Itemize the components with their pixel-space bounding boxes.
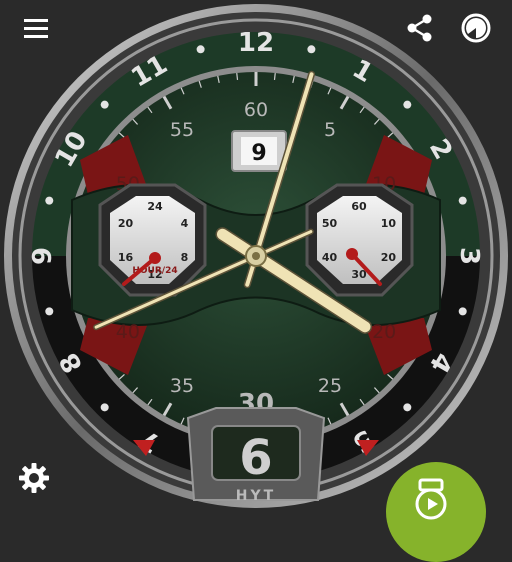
bezel-dot [100,100,109,109]
bezel-hour-label: 3 [454,247,484,265]
subdial-label: 20 [118,217,134,230]
gear-icon [19,463,49,493]
bezel-hour-label: 9 [28,247,58,265]
left-subdial: 2448121620 HOUR/24 [98,183,207,297]
subdial-label: 50 [322,217,338,230]
brand-name: HYT [236,488,276,504]
watch-sync-icon [415,478,447,520]
menu-button[interactable] [16,8,56,48]
hamburger-menu-icon [24,19,48,38]
bezel-dot [458,196,467,205]
share-button[interactable] [400,8,440,48]
bezel-dot [458,307,467,316]
minute-label: 35 [170,375,194,397]
bezel-dot [45,307,54,316]
subdial-label: 4 [181,217,189,230]
brand-number: 6 [239,430,272,486]
watch-sync-fab[interactable] [386,462,486,562]
bezel-dot [45,196,54,205]
bezel-dot [100,403,109,412]
half-moon-clock-icon [461,13,491,43]
subdial-label: 20 [381,251,397,264]
date-window: 9 [231,130,287,172]
minute-label: 40 [116,321,140,343]
settings-button[interactable] [14,458,54,498]
theme-toggle-button[interactable] [456,8,496,48]
right-subdial: 601020304050 [305,183,414,297]
subdial-label: 10 [381,217,397,230]
subdial-label: 16 [118,251,134,264]
bezel-dot [196,45,205,54]
bezel-dot [403,100,412,109]
minute-label: 5 [324,119,336,141]
subdial-label: 60 [351,200,367,213]
bezel-hour-label: 12 [238,28,274,58]
minute-label: 55 [170,119,194,141]
subdial-label: 8 [181,251,189,264]
bezel-dot [307,45,316,54]
subdial-label: 40 [322,251,338,264]
date-value: 9 [251,141,266,166]
dial-tick [236,72,239,81]
bezel-dot [403,403,412,412]
share-icon [407,14,432,42]
minute-label: 25 [318,375,342,397]
dial-tick [273,72,276,81]
brand-logo-plate: 6 HYT [186,407,326,504]
watch-face: 121234567891011 6051020253035405055 2448… [0,0,512,512]
minute-label: 20 [372,321,396,343]
minute-label: 60 [244,99,268,121]
subdial-label: 24 [147,200,163,213]
